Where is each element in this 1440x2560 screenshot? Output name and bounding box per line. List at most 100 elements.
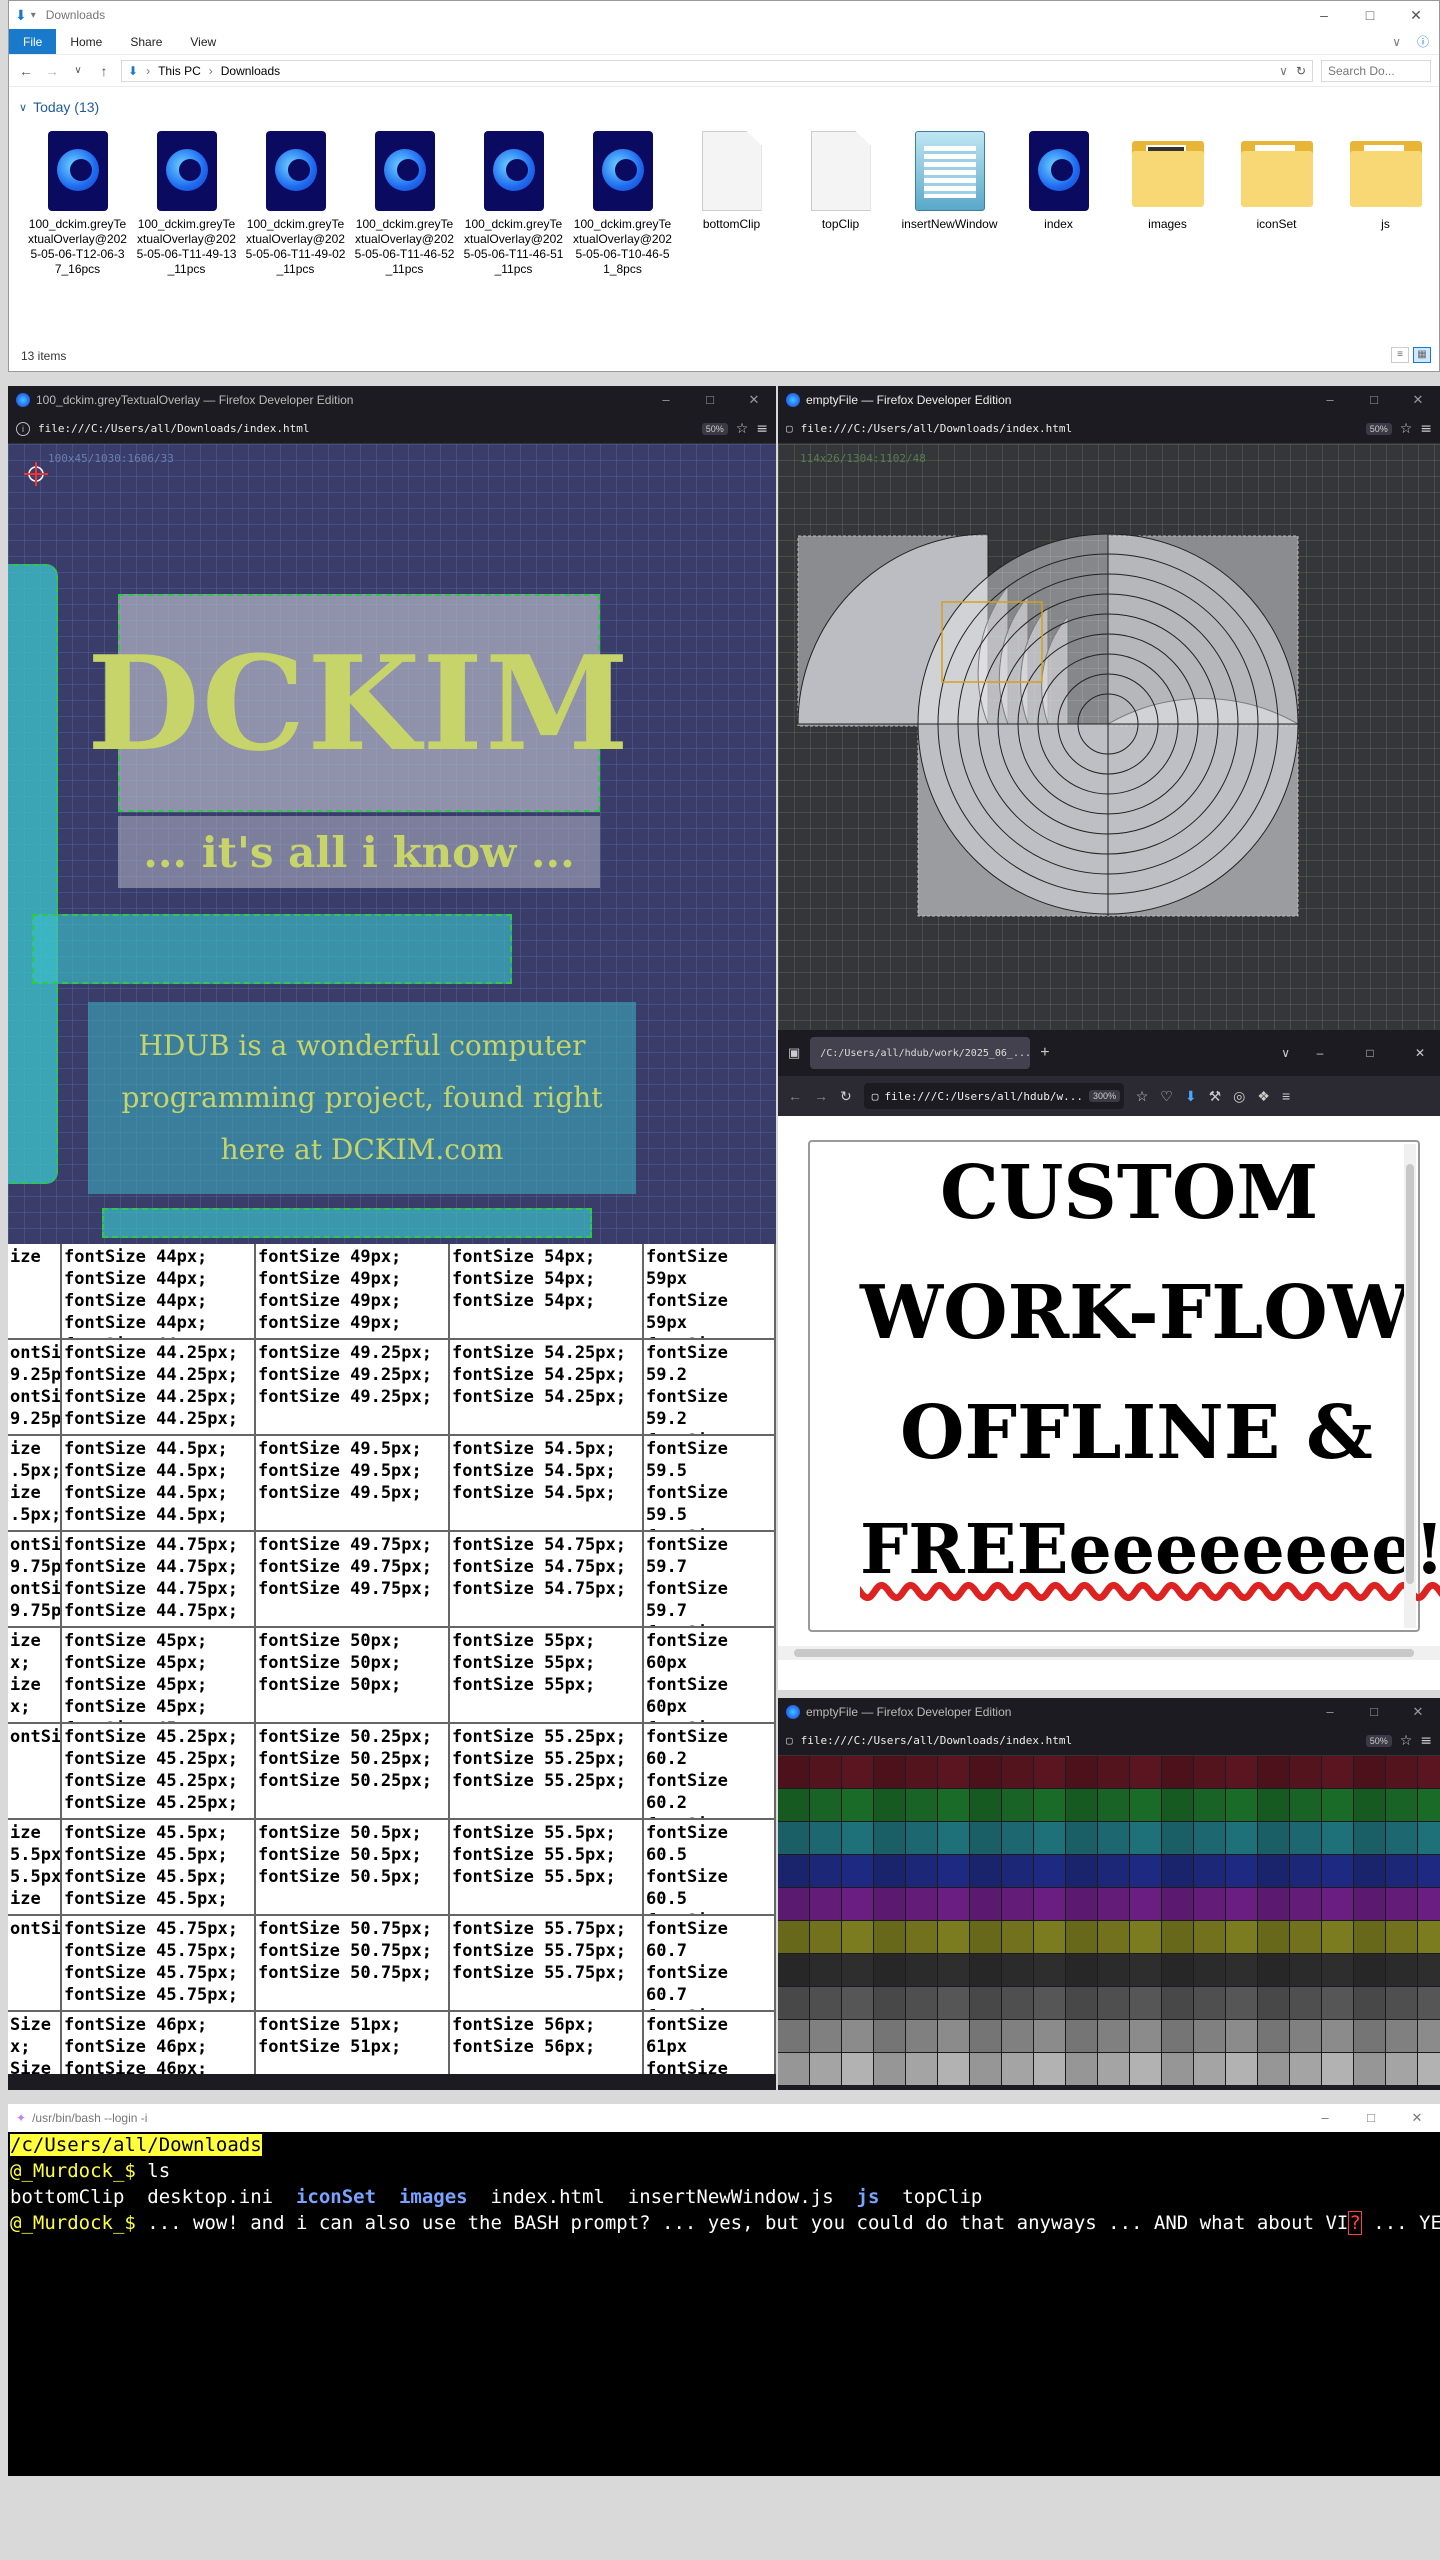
color-swatch bbox=[1418, 1987, 1440, 2019]
minimize-button[interactable]: – bbox=[1302, 2110, 1348, 2126]
maximize-button[interactable]: □ bbox=[1347, 1, 1393, 29]
file-item[interactable]: index bbox=[1004, 129, 1113, 277]
forward-arrow-icon[interactable]: → bbox=[43, 63, 61, 79]
file-item[interactable]: insertNewWindow bbox=[895, 129, 1004, 277]
file-item[interactable]: 100_dckim.greyTextualOverlay@2025-05-06-… bbox=[350, 129, 459, 277]
color-swatch bbox=[1290, 1921, 1321, 1953]
zoom-badge[interactable]: 50% bbox=[701, 422, 728, 435]
vertical-scrollbar[interactable] bbox=[1404, 1144, 1416, 1628]
breadcrumb-this-pc[interactable]: This PC bbox=[158, 64, 201, 78]
minimize-button[interactable]: – bbox=[644, 392, 688, 408]
hamburger-menu-icon[interactable]: ≡ bbox=[756, 421, 768, 437]
zoom-badge[interactable]: 50% bbox=[1365, 1734, 1392, 1747]
textarea-display[interactable]: CUSTOM WORK-FLOW OFFLINE & FREEeeeeeeee! bbox=[808, 1140, 1440, 1632]
extensions-icon[interactable]: ❖ bbox=[1257, 1088, 1270, 1105]
close-button[interactable]: ✕ bbox=[1396, 392, 1440, 408]
close-button[interactable]: ✕ bbox=[1396, 1704, 1440, 1720]
close-button[interactable]: ✕ bbox=[732, 392, 776, 408]
forward-arrow-icon[interactable]: → bbox=[814, 1088, 828, 1104]
command-text: ... wow! and i can also use the BASH pro… bbox=[135, 2212, 1349, 2234]
maximize-button[interactable]: □ bbox=[1348, 2110, 1394, 2126]
breadcrumb-downloads[interactable]: Downloads bbox=[221, 64, 280, 78]
ls-output: bottomClip desktop.ini bbox=[10, 2186, 296, 2208]
info-icon[interactable]: i bbox=[16, 421, 30, 436]
horizontal-scrollbar[interactable] bbox=[778, 1646, 1440, 1660]
minimize-button[interactable]: – bbox=[1308, 392, 1352, 408]
file-item[interactable]: images bbox=[1113, 129, 1222, 277]
tab-home[interactable]: Home bbox=[56, 29, 116, 54]
minimize-button[interactable]: – bbox=[1301, 1, 1347, 29]
hamburger-menu-icon[interactable]: ≡ bbox=[1420, 1733, 1432, 1749]
minimize-button[interactable]: – bbox=[1308, 1704, 1352, 1720]
new-tab-icon[interactable]: + bbox=[1040, 1044, 1049, 1062]
downloads-icon[interactable]: ⬇ bbox=[1185, 1088, 1197, 1105]
url-bar[interactable]: ▢ file:///C:/Users/all/hdub/w... 300% bbox=[863, 1083, 1124, 1109]
color-swatch bbox=[1418, 1789, 1440, 1821]
group-header-today[interactable]: ∨ Today (13) bbox=[19, 99, 99, 115]
pocket-icon[interactable]: ♡ bbox=[1160, 1088, 1173, 1105]
address-dropdown-icon[interactable]: ∨ bbox=[1279, 64, 1288, 78]
up-arrow-icon[interactable]: ↑ bbox=[95, 63, 113, 79]
file-item[interactable]: 100_dckim.greyTextualOverlay@2025-05-06-… bbox=[23, 129, 132, 277]
close-button[interactable]: ✕ bbox=[1394, 2110, 1440, 2126]
reload-icon[interactable]: ↻ bbox=[840, 1088, 852, 1105]
tools-wrench-icon[interactable]: ⚒ bbox=[1209, 1088, 1222, 1105]
bookmark-star-icon[interactable]: ☆ bbox=[1136, 1088, 1149, 1105]
maximize-button[interactable]: □ bbox=[1352, 1704, 1396, 1720]
tab-manager-icon[interactable]: ▣ bbox=[788, 1045, 800, 1061]
search-input[interactable]: Search Do... bbox=[1321, 59, 1431, 82]
scroll-thumb[interactable] bbox=[1406, 1164, 1414, 1584]
file-item[interactable]: iconSet bbox=[1222, 129, 1331, 277]
url-bar[interactable]: ▢ file:///C:/Users/all/Downloads/index.h… bbox=[778, 1726, 1440, 1756]
maximize-button[interactable]: □ bbox=[688, 392, 732, 408]
color-swatch bbox=[1066, 1954, 1097, 1986]
color-swatch bbox=[938, 1888, 969, 1920]
large-icons-view-icon[interactable]: ▦ bbox=[1413, 347, 1431, 363]
url-bar[interactable]: ▢ file:///C:/Users/all/Downloads/index.h… bbox=[778, 414, 1440, 444]
hamburger-menu-icon[interactable]: ≡ bbox=[1282, 1088, 1290, 1104]
download-arrow-icon[interactable]: ⬇ bbox=[15, 7, 27, 24]
arcs-canvas: 114x26/1304:1102/48 bbox=[778, 444, 1440, 1030]
expand-ribbon-icon[interactable]: ∨ bbox=[1392, 35, 1401, 49]
file-item[interactable]: topClip bbox=[786, 129, 895, 277]
hamburger-menu-icon[interactable]: ≡ bbox=[1420, 421, 1432, 437]
url-bar[interactable]: i file:///C:/Users/all/Downloads/index.h… bbox=[8, 414, 776, 444]
color-swatch bbox=[1162, 1756, 1193, 1788]
help-icon[interactable]: ⓘ bbox=[1417, 33, 1429, 50]
close-button[interactable]: ✕ bbox=[1400, 1046, 1440, 1060]
file-item[interactable]: 100_dckim.greyTextualOverlay@2025-05-06-… bbox=[459, 129, 568, 277]
recent-chevron-icon[interactable]: ∨ bbox=[69, 65, 87, 76]
folder-icon bbox=[1240, 135, 1313, 207]
tab-file[interactable]: File bbox=[9, 29, 57, 54]
bookmark-star-icon[interactable]: ☆ bbox=[1400, 421, 1413, 437]
folder-icon bbox=[1131, 135, 1204, 207]
account-icon[interactable]: ◎ bbox=[1233, 1088, 1245, 1105]
bookmark-star-icon[interactable]: ☆ bbox=[736, 421, 749, 437]
tab-view[interactable]: View bbox=[176, 29, 230, 54]
back-arrow-icon[interactable]: ← bbox=[17, 63, 35, 79]
close-button[interactable]: ✕ bbox=[1393, 1, 1439, 29]
details-view-icon[interactable]: ≡ bbox=[1391, 347, 1409, 363]
tab-share[interactable]: Share bbox=[116, 29, 176, 54]
file-item[interactable]: 100_dckim.greyTextualOverlay@2025-05-06-… bbox=[132, 129, 241, 277]
maximize-button[interactable]: □ bbox=[1350, 1046, 1390, 1060]
refresh-icon[interactable]: ↻ bbox=[1296, 64, 1306, 78]
list-tabs-icon[interactable]: ∨ bbox=[1281, 1046, 1290, 1060]
maximize-button[interactable]: □ bbox=[1352, 392, 1396, 408]
active-tab[interactable]: /C:/Users/all/hdub/work/2025_06_...✕ bbox=[810, 1037, 1031, 1069]
color-swatch bbox=[810, 1954, 841, 1986]
file-item[interactable]: 100_dckim.greyTextualOverlay@2025-05-06-… bbox=[241, 129, 350, 277]
file-item[interactable]: bottomClip bbox=[677, 129, 786, 277]
zoom-badge[interactable]: 300% bbox=[1089, 1090, 1121, 1102]
file-item[interactable]: 100_dckim.greyTextualOverlay@2025-05-06-… bbox=[568, 129, 677, 277]
back-arrow-icon[interactable]: ← bbox=[788, 1088, 802, 1104]
zoom-badge[interactable]: 50% bbox=[1365, 422, 1392, 435]
chevron-down-icon[interactable]: ▾ bbox=[31, 10, 36, 21]
address-bar[interactable]: ⬇ › This PC › Downloads ∨ ↻ bbox=[121, 59, 1313, 82]
color-swatch bbox=[1002, 2020, 1033, 2052]
file-item[interactable]: js bbox=[1331, 129, 1440, 277]
minimize-button[interactable]: – bbox=[1300, 1046, 1340, 1060]
scroll-thumb[interactable] bbox=[794, 1649, 1414, 1657]
bash-terminal-window[interactable]: ✦ /usr/bin/bash --login -i – □ ✕ /c/Users/… bbox=[8, 2104, 1440, 2476]
bookmark-star-icon[interactable]: ☆ bbox=[1400, 1733, 1413, 1749]
